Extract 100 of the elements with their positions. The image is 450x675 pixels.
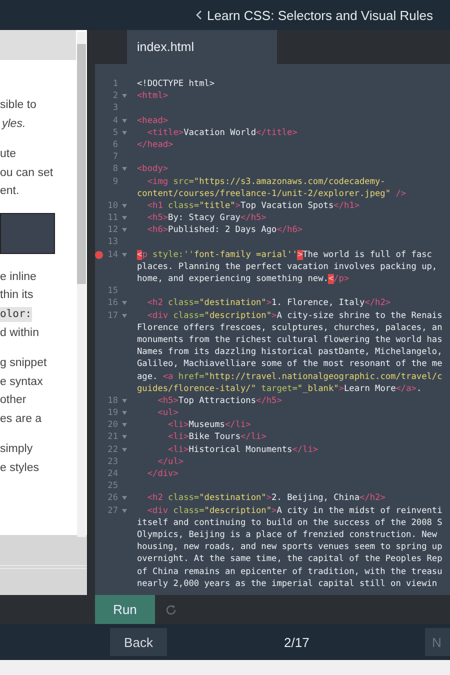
back-button[interactable]: Back — [110, 628, 167, 656]
code-line: <div class="description">A city-size shrine to the Renais — [146, 310, 444, 322]
scrollbar[interactable] — [77, 32, 86, 537]
code-line: <!DOCTYPE html> — [137, 78, 216, 90]
file-tab[interactable]: index.html — [127, 30, 277, 64]
code-line: <li>Historical Monuments</li> — [167, 444, 320, 456]
line-number: 22 — [106, 444, 118, 456]
line-number: 20 — [106, 419, 118, 432]
lesson-text: other — [0, 393, 26, 408]
code-line: nearly 2,000 years as the imperial capital still on viewin — [137, 578, 438, 590]
code-line: <ul> — [156, 407, 180, 420]
fold-arrow-icon[interactable] — [122, 301, 127, 306]
lesson-text: es are a — [0, 412, 42, 426]
code-line: Galileo, Machiavelliare some of the most resonant of the me — [137, 358, 444, 370]
code-line: </head> — [137, 138, 174, 152]
progress-counter: 2/17 — [284, 634, 310, 650]
breakpoint-dot[interactable] — [95, 250, 103, 259]
line-number: 27 — [106, 504, 118, 517]
lesson-text: simply — [0, 442, 33, 457]
line-number: 23 — [106, 456, 118, 468]
line-number: 3 — [112, 102, 118, 115]
fold-arrow-icon[interactable] — [122, 314, 127, 318]
fold-arrow-icon[interactable] — [122, 496, 127, 500]
line-number: 19 — [106, 407, 118, 420]
code-line: <img src="https://s3.amazonaws.com/codecademy- — [146, 176, 386, 188]
code-line: <li>Museums</li> — [167, 419, 252, 432]
course-title: Learn CSS: Selectors and Visual Rules — [207, 8, 433, 22]
lesson-text: ute — [0, 147, 16, 162]
code-line: guides/florence-italy/" target="_blank">Learn More</a>. — [137, 382, 423, 395]
code-line: itself and continuing to build on the success of the 2008 S — [137, 516, 444, 529]
line-number: 25 — [106, 480, 118, 492]
code-line: age. <a href="http://travel.nationalgeographic.com/travel/c — [137, 370, 444, 383]
line-number: 9 — [112, 176, 118, 188]
code-line: <li>Bike Tours</li> — [167, 431, 268, 444]
code-line: <h6>Published: 2 Days Ago</h6> — [146, 224, 304, 236]
lesson-text: yles. — [0, 116, 27, 132]
fold-arrow-icon[interactable] — [122, 94, 127, 98]
lesson-text: d within — [0, 326, 39, 340]
code-line: <h5>By: Stacy Gray</h5> — [146, 212, 268, 224]
code-line: Names from its dazzling historical pastDante, Michelangelo, — [137, 346, 444, 358]
code-line: monuments from the richest cultural flowering the world has — [137, 334, 444, 346]
code-line: <title>Vacation World</title> — [146, 126, 298, 139]
code-line: <h5>Top Attractions</h5> — [156, 394, 283, 408]
line-number: 2 — [112, 90, 118, 102]
line-number: 8 — [112, 163, 118, 176]
code-line: <h1 class="title">Top Vacation Spots</h1> — [146, 200, 361, 212]
line-number: 18 — [106, 394, 118, 408]
code-line: Florence offers frescoes, sculptures, churches, palaces, an — [137, 322, 444, 334]
line-number: 26 — [106, 492, 118, 505]
fold-arrow-icon[interactable] — [122, 423, 127, 428]
line-number: 5 — [112, 126, 118, 139]
line-number: 14 — [106, 248, 118, 261]
fold-arrow-icon[interactable] — [122, 411, 127, 416]
lesson-text: e inline — [0, 270, 36, 284]
line-number: 7 — [112, 151, 118, 164]
code-line: <h2 class="destination">1. Florence, Italy</h2> — [146, 297, 392, 310]
lesson-text: sible to — [0, 98, 36, 113]
back-chevron-icon[interactable] — [196, 10, 202, 20]
fold-arrow-icon[interactable] — [122, 252, 127, 257]
line-number: 10 — [106, 200, 118, 212]
fold-arrow-icon[interactable] — [122, 508, 127, 513]
fold-arrow-icon[interactable] — [122, 448, 127, 452]
line-number: 13 — [106, 236, 118, 249]
reset-icon[interactable] — [165, 604, 177, 616]
lesson-text: ent. — [0, 184, 20, 199]
code-line: <html> — [137, 90, 170, 102]
code-line: <body> — [137, 163, 170, 176]
lesson-text: ou can set — [0, 166, 54, 180]
lesson-text: e styles — [0, 460, 39, 476]
line-number: 12 — [106, 224, 118, 236]
code-line: </ul> — [156, 456, 185, 468]
line-number: 17 — [106, 310, 118, 322]
fold-arrow-icon[interactable] — [122, 398, 127, 403]
code-line: <head> — [137, 114, 170, 127]
fold-arrow-icon[interactable] — [122, 167, 127, 172]
fold-arrow-icon[interactable] — [122, 435, 127, 440]
line-number: 24 — [106, 468, 118, 480]
code-line: home, and experiencing something new.</p> — [137, 273, 350, 286]
line-number: 16 — [106, 297, 118, 310]
code-line: content/courses/freelance-1/unit-2/explorer.jpeg" /> — [137, 188, 408, 200]
fold-arrow-icon[interactable] — [122, 228, 127, 232]
lesson-text: e syntax — [0, 374, 43, 390]
lesson-text: g snippet — [0, 356, 47, 371]
line-number: 4 — [112, 114, 118, 127]
fold-arrow-icon[interactable] — [122, 204, 127, 208]
inline-code: olor: — [0, 306, 32, 322]
line-number: 11 — [106, 212, 118, 224]
line-number: 21 — [106, 431, 118, 444]
code-line: Olympics, Beijing is a place of frenzied construction. New — [137, 528, 438, 542]
line-number: 6 — [112, 138, 118, 152]
fold-arrow-icon[interactable] — [122, 216, 127, 220]
code-line: <h2 class="destination">2. Beijing, China</h2> — [146, 492, 386, 505]
fold-arrow-icon[interactable] — [122, 118, 127, 123]
code-line: housing, new roads, and new sports venues seem to spring up — [137, 541, 444, 554]
code-line: places. Planning the perfect vacation involves packing up, — [137, 260, 438, 273]
line-number: 15 — [106, 285, 118, 298]
fold-arrow-icon[interactable] — [122, 130, 127, 135]
lesson-text: thin its — [0, 288, 34, 303]
code-line: </div> — [146, 468, 180, 480]
run-button[interactable]: Run — [95, 595, 155, 624]
